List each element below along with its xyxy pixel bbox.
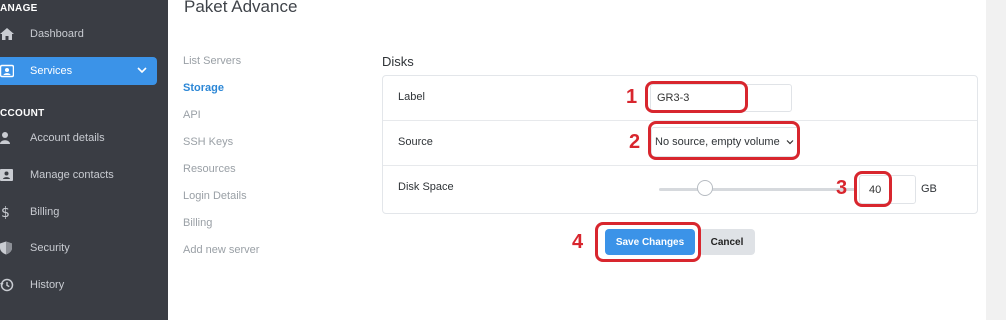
source-row: Source No source, empty volume bbox=[383, 121, 977, 166]
disk-space-input[interactable]: 40 bbox=[859, 175, 916, 204]
sidebar-item-services[interactable]: Services bbox=[0, 57, 157, 85]
contacts-icon bbox=[0, 168, 30, 182]
sidebar-item-label: Manage contacts bbox=[30, 169, 114, 181]
sidebar-item-security[interactable]: Security bbox=[0, 234, 157, 262]
label-input[interactable] bbox=[650, 84, 792, 112]
subnav-item-login-details[interactable]: Login Details bbox=[183, 189, 259, 216]
disks-section-title: Disks bbox=[382, 54, 414, 69]
sidebar-item-label: Services bbox=[30, 65, 73, 77]
cancel-button[interactable]: Cancel bbox=[699, 229, 755, 255]
chevron-down-icon bbox=[137, 65, 147, 78]
main-content: Paket Advance List Servers Storage API S… bbox=[168, 0, 986, 320]
subnav-item-ssh-keys[interactable]: SSH Keys bbox=[183, 135, 259, 162]
sidebar-item-dashboard[interactable]: Dashboard bbox=[0, 20, 157, 48]
annotation-number-4: 4 bbox=[572, 231, 584, 253]
home-icon bbox=[0, 27, 30, 41]
label-row: Label bbox=[383, 76, 977, 121]
subnav-item-list-servers[interactable]: List Servers bbox=[183, 54, 259, 81]
sidebar-section-account: CCOUNT bbox=[0, 108, 45, 119]
disk-space-field-label: Disk Space bbox=[398, 181, 454, 193]
sidebar-item-label: Dashboard bbox=[30, 28, 84, 40]
chevron-down-icon bbox=[786, 137, 794, 149]
sidebar-item-manage-contacts[interactable]: Manage contacts bbox=[0, 161, 157, 189]
disk-space-unit: GB bbox=[921, 183, 937, 195]
sidebar-item-label: Billing bbox=[30, 206, 60, 218]
dollar-icon: $ bbox=[0, 205, 30, 219]
subnav-item-add-new-server[interactable]: Add new server bbox=[183, 243, 259, 270]
id-card-icon bbox=[0, 64, 30, 78]
source-field-label: Source bbox=[398, 136, 433, 148]
annotation-number-3: 3 bbox=[836, 177, 848, 199]
sidebar-section-manage: ANAGE bbox=[0, 3, 38, 14]
source-select-value: No source, empty volume bbox=[655, 136, 780, 148]
sidebar-item-billing[interactable]: $ Billing bbox=[0, 198, 157, 226]
disk-space-row: Disk Space 40 GB bbox=[383, 166, 977, 211]
svg-text:$: $ bbox=[1, 205, 10, 219]
sidebar-item-label: Security bbox=[30, 242, 70, 254]
sidebar-item-label: History bbox=[30, 279, 65, 291]
disk-space-slider-track[interactable] bbox=[659, 188, 855, 191]
sidebar-item-label: Account details bbox=[30, 132, 105, 144]
server-subnav: List Servers Storage API SSH Keys Resour… bbox=[183, 54, 259, 270]
subnav-item-storage[interactable]: Storage bbox=[183, 81, 259, 108]
subnav-item-resources[interactable]: Resources bbox=[183, 162, 259, 189]
sidebar: ANAGE Dashboard Services CCOUNT Account … bbox=[0, 0, 168, 320]
subnav-item-api[interactable]: API bbox=[183, 108, 259, 135]
save-changes-button[interactable]: Save Changes bbox=[605, 229, 695, 255]
shield-icon bbox=[0, 241, 30, 255]
annotation-number-1: 1 bbox=[626, 86, 638, 108]
scrollbar[interactable] bbox=[986, 0, 1006, 320]
disks-card: Label Source No source, empty volume Dis… bbox=[382, 75, 978, 214]
source-select[interactable]: No source, empty volume bbox=[651, 127, 799, 157]
history-icon bbox=[0, 278, 30, 292]
label-field-label: Label bbox=[398, 91, 425, 103]
annotation-number-2: 2 bbox=[629, 131, 641, 153]
subnav-item-billing[interactable]: Billing bbox=[183, 216, 259, 243]
disk-space-slider-thumb[interactable] bbox=[697, 180, 713, 196]
page-title: Paket Advance bbox=[184, 0, 298, 16]
sidebar-item-history[interactable]: History bbox=[0, 271, 157, 299]
user-icon bbox=[0, 131, 30, 145]
sidebar-item-account-details[interactable]: Account details bbox=[0, 124, 157, 152]
